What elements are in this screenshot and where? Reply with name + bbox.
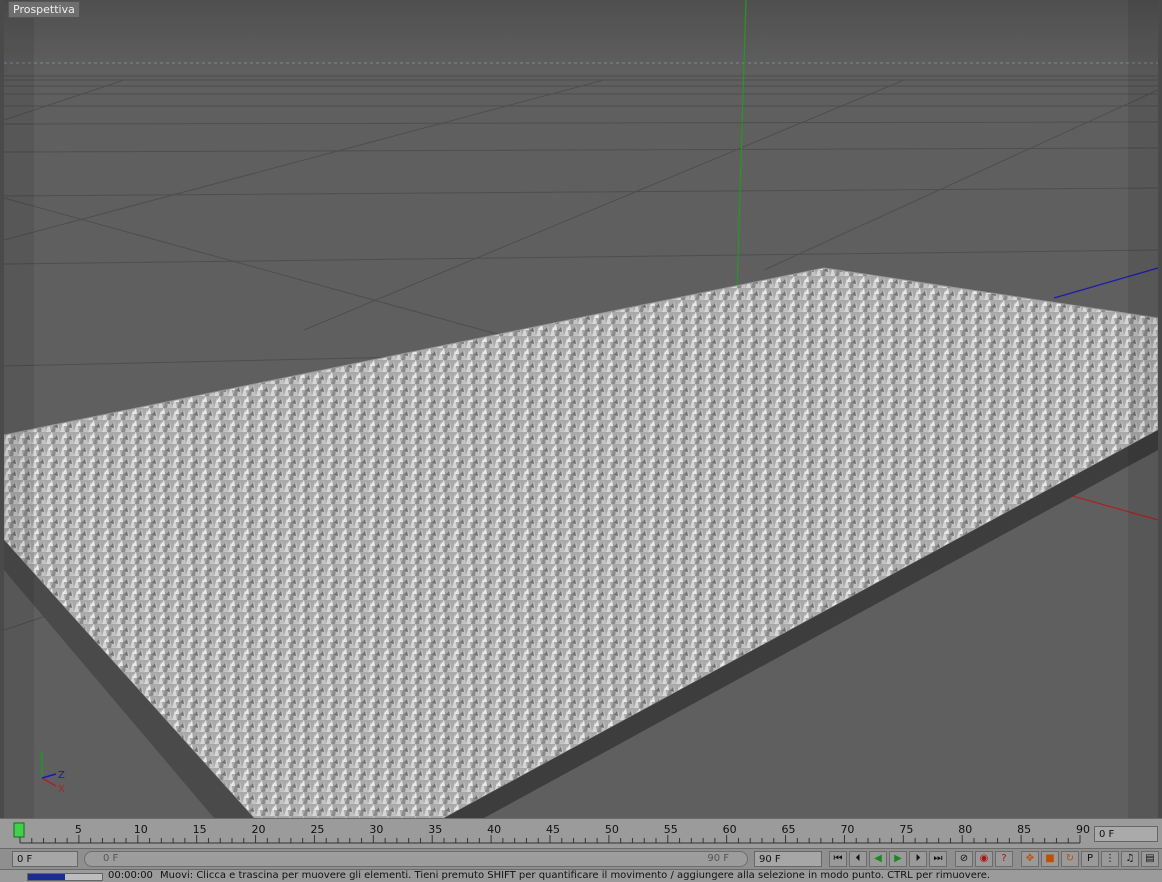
transport-bar: 0 F 0 F 90 F 90 F ⏮ ⏴ ◀ ▶ ⏵ ⏭ ⊘ ◉ ? ✥ ■ ↻ P ⋮… (0, 848, 1162, 869)
timeline-tick-label: 20 (252, 823, 266, 836)
timeline-tick-label: 55 (664, 823, 678, 836)
timeline-tick-label: 85 (1017, 823, 1031, 836)
scene-canvas[interactable]: Y Z X (4, 0, 1158, 818)
status-time: 00:00:00 (108, 870, 153, 881)
layout-icon[interactable]: ▤ (1141, 851, 1159, 867)
axis-gizmo: Y Z X (37, 750, 65, 795)
progress-bar (27, 873, 103, 881)
gizmo-z-label: Z (58, 770, 65, 781)
next-key-button[interactable]: ⏵ (909, 851, 927, 867)
play-forward-button[interactable]: ▶ (889, 851, 907, 867)
timeline-tick-label: 65 (782, 823, 796, 836)
sound-icon[interactable]: ♫ (1121, 851, 1139, 867)
viewport-title[interactable]: Prospettiva (8, 1, 80, 18)
timeline-tick-label: 25 (310, 823, 324, 836)
record-off-icon[interactable]: ⊘ (955, 851, 973, 867)
gizmo-x-label: X (58, 784, 65, 795)
range-end-label: 90 F (707, 853, 729, 864)
playhead-marker (13, 822, 25, 838)
play-backward-button[interactable]: ◀ (869, 851, 887, 867)
timeline-tick-label: 80 (958, 823, 972, 836)
timeline-tick-label: 30 (369, 823, 383, 836)
timeline-tick-label: 50 (605, 823, 619, 836)
status-bar: 00:00:00 Muovi: Clicca e trascina per mu… (0, 869, 1162, 882)
timeline-ruler[interactable]: 051015202530354045505560657075808590 0 F (0, 818, 1162, 849)
timeline-tick-label: 70 (840, 823, 854, 836)
gizmo-y-label: Y (37, 750, 45, 761)
end-frame-field[interactable]: 90 F (754, 851, 822, 867)
param-key-icon[interactable]: P (1081, 851, 1099, 867)
range-start-label: 0 F (103, 853, 119, 864)
start-frame-field[interactable]: 0 F (12, 851, 78, 867)
timeline-tick-label: 75 (899, 823, 913, 836)
viewport-right-margin (1128, 0, 1158, 818)
grass-object (4, 267, 1158, 818)
timeline-scale[interactable]: 051015202530354045505560657075808590 (0, 819, 1090, 849)
perspective-viewport[interactable]: Y Z X Prospettiva (0, 0, 1162, 818)
move-tool-icon[interactable]: ✥ (1021, 851, 1039, 867)
timeline-tick-label: 15 (193, 823, 207, 836)
viewport-left-margin (4, 0, 34, 818)
help-icon[interactable]: ? (995, 851, 1013, 867)
goto-start-button[interactable]: ⏮ (829, 851, 847, 867)
timeline-tick-label: 5 (75, 823, 82, 836)
rotate-tool-icon[interactable]: ↻ (1061, 851, 1079, 867)
status-message: Muovi: Clicca e trascina per muovere gli… (160, 870, 991, 881)
timeline-tick-label: 45 (546, 823, 560, 836)
timeline-tick-label: 60 (723, 823, 737, 836)
timeline-tick-label: 90 (1076, 823, 1090, 836)
scale-tool-icon[interactable]: ■ (1041, 851, 1059, 867)
record-key-icon[interactable]: ◉ (975, 851, 993, 867)
timeline-tick-label: 35 (428, 823, 442, 836)
prev-key-button[interactable]: ⏴ (849, 851, 867, 867)
timeline-tick-label: 10 (134, 823, 148, 836)
goto-end-button[interactable]: ⏭ (929, 851, 947, 867)
grid-key-icon[interactable]: ⋮ (1101, 851, 1119, 867)
range-slider[interactable]: 0 F 90 F (84, 851, 748, 867)
current-frame-field[interactable]: 0 F (1094, 826, 1158, 842)
timeline-tick-label: 40 (487, 823, 501, 836)
